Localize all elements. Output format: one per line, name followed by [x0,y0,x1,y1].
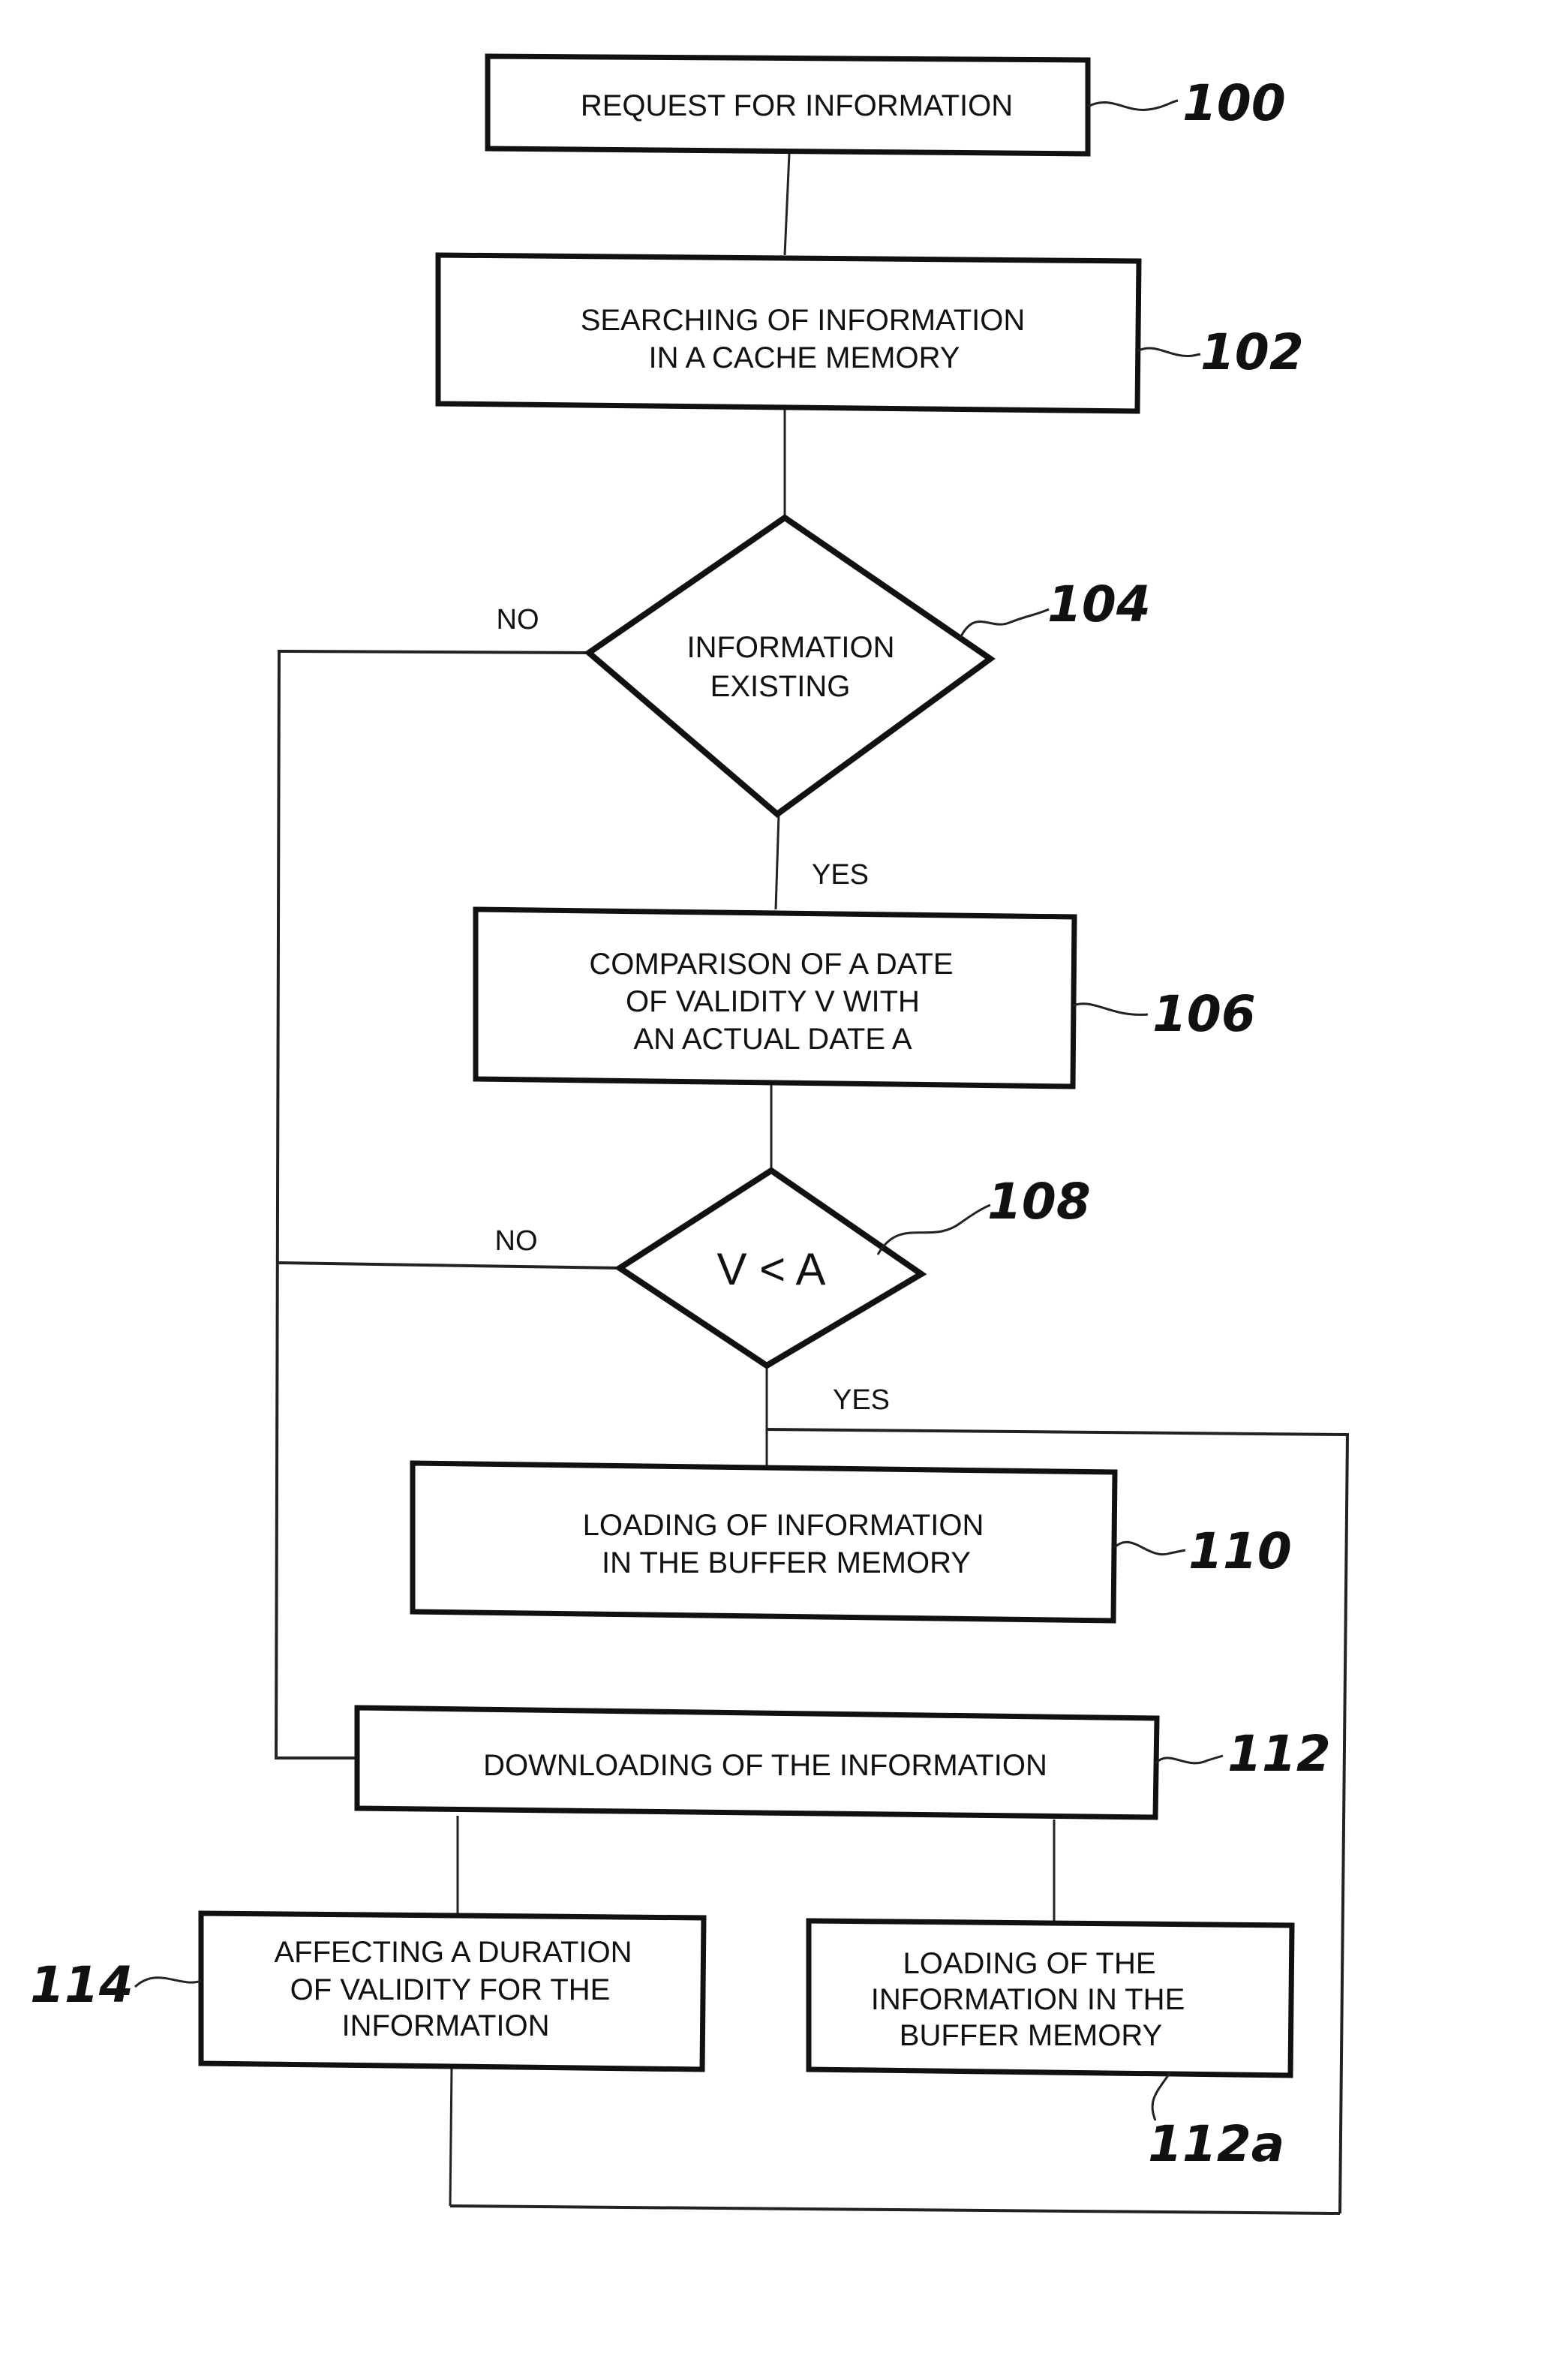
branch-label-108-no: NO [495,1225,538,1257]
connector-bottom-return [449,2204,1341,2215]
ref-112a: 112a [1148,2115,1284,2173]
step-106: COMPARISON OF A DATE OF VALIDITY V WITH … [473,906,1077,1089]
ref-102: 102 [1200,323,1304,381]
connector-114-bottom [449,2066,453,2207]
leader-114 [134,1976,202,1988]
step-110: LOADING OF INFORMATION IN THE BUFFER MEM… [410,1460,1118,1624]
step-110-line-1: LOADING OF INFORMATION [583,1509,984,1542]
connector-104-106-yes [774,813,780,910]
branch-label-104-no: NO [497,604,539,636]
ref-106: 106 [1152,985,1256,1043]
step-114-line-2: OF VALIDITY FOR THE [290,1973,611,2006]
leader-108 [876,1204,991,1255]
ref-112: 112 [1227,1725,1331,1783]
step-112: DOWNLOADING OF THE INFORMATION [354,1705,1160,1820]
leader-110 [1113,1540,1186,1556]
leader-102 [1137,347,1201,357]
leader-100 [1087,99,1179,111]
leader-104 [959,608,1050,639]
step-100-text: REQUEST FOR INFORMATION [581,89,1013,122]
step-100: REQUEST FOR INFORMATION [485,53,1091,157]
leader-112 [1154,1754,1224,1765]
step-108-decision: V < A [614,1167,927,1369]
step-112a-line-1: LOADING OF THE [903,1947,1155,1980]
step-102: SEARCHING OF INFORMATION IN A CACHE MEMO… [435,252,1142,414]
step-112-text: DOWNLOADING OF THE INFORMATION [483,1749,1047,1782]
leader-106 [1072,1002,1149,1016]
leader-112a [1151,2072,1172,2121]
ref-110: 110 [1188,1522,1292,1580]
ref-100: 100 [1182,74,1286,132]
ref-104: 104 [1047,575,1151,633]
step-106-line-2: OF VALIDITY V WITH [626,985,920,1018]
step-104-line-2: EXISTING [710,670,851,703]
step-112a-line-2: INFORMATION IN THE [871,1983,1185,2016]
step-114-line-1: AFFECTING A DURATION [274,1936,632,1969]
step-106-line-1: COMPARISON OF A DATE [589,948,953,981]
connector-108-no [277,1261,620,1270]
step-102-line-1: SEARCHING OF INFORMATION [581,304,1026,337]
step-112a-line-3: BUFFER MEMORY [900,2019,1162,2052]
step-104-line-1: INFORMATION [686,631,894,664]
branch-label-108-yes: YES [833,1384,890,1416]
step-114: AFFECTING A DURATION OF VALIDITY FOR THE… [198,1910,707,2072]
step-112a: LOADING OF THE INFORMATION IN THE BUFFER… [806,1918,1295,2078]
ref-114: 114 [30,1956,134,2014]
branch-label-104-yes: YES [812,859,869,891]
step-104-decision: INFORMATION EXISTING [584,514,996,819]
step-108-text: V < A [716,1244,825,1294]
connector-100-102 [783,153,791,256]
step-106-line-3: AN ACTUAL DATE A [633,1023,912,1056]
ref-108: 108 [987,1173,1091,1231]
step-110-line-2: IN THE BUFFER MEMORY [602,1546,971,1579]
step-102-line-2: IN A CACHE MEMORY [649,341,960,374]
step-114-line-3: INFORMATION [341,2009,549,2042]
flowchart: REQUEST FOR INFORMATION SEARCHING OF INF… [30,53,1350,2215]
